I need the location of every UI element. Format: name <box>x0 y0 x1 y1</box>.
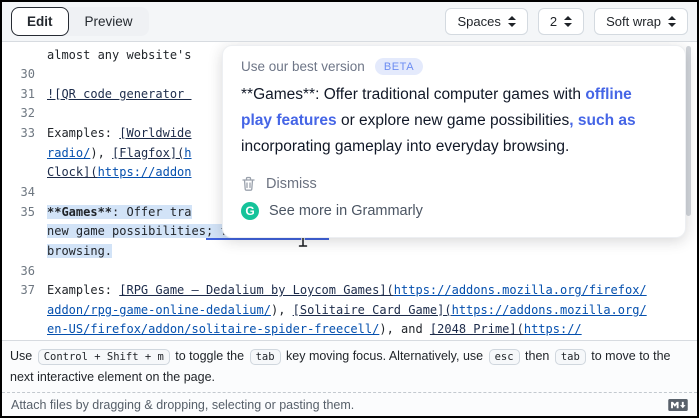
dropdown-soft-wrap[interactable]: Soft wrap <box>594 8 688 35</box>
code-row: browsing. <box>2 242 697 262</box>
markdown-icon <box>668 399 688 411</box>
line-number <box>2 144 47 164</box>
line-number: 35 <box>2 203 47 223</box>
edit-preview-tab-group: EditPreview <box>11 7 149 36</box>
code-text: addon/rpg-game-online-dedalium/), [Solit… <box>47 301 647 321</box>
tab-preview[interactable]: Preview <box>69 7 149 36</box>
hint-text: to toggle the <box>172 349 248 363</box>
code-row: addon/rpg-game-online-dedalium/), [Solit… <box>2 301 697 321</box>
code-text: en-US/firefox/addon/solitaire-spider-fre… <box>47 320 582 340</box>
code-text: Examples: [Worldwide <box>47 124 192 144</box>
beta-badge: BETA <box>375 58 423 75</box>
line-number: 37 <box>2 281 47 301</box>
code-text: **Games**: Offer tra <box>47 203 192 223</box>
line-number: 36 <box>2 262 47 282</box>
kbd-key: Control + Shift + m <box>38 349 170 365</box>
see-more-label: See more in Grammarly <box>269 203 423 219</box>
hint-text: key moving focus. Alternatively, use <box>283 349 487 363</box>
line-number <box>2 163 47 183</box>
kbd-key: esc <box>489 349 520 365</box>
code-text: Clock](https://addon <box>47 163 192 183</box>
dropdown-label: Spaces <box>457 14 500 29</box>
dropdown-label: 2 <box>550 14 557 29</box>
code-text: radio/), [Flagfox](h <box>47 144 192 164</box>
suggestion-text[interactable]: **Games**: Offer traditional computer ga… <box>241 82 667 160</box>
updown-arrows-icon <box>668 16 676 27</box>
hint-text: then <box>522 349 553 363</box>
code-text: Examples: [RPG Game – Dedalium by Loycom… <box>47 281 647 301</box>
see-more-in-grammarly-button[interactable]: G See more in Grammarly <box>241 197 423 225</box>
grammarly-suggestion-popup: Use our best version BETA **Games**: Off… <box>222 45 686 238</box>
popup-header: Use our best version BETA <box>241 58 667 75</box>
grammarly-icon: G <box>241 202 259 220</box>
hint-text: Use <box>10 349 36 363</box>
editor-toolbar: EditPreview Spaces 2 Soft wrap <box>2 2 697 42</box>
line-number: 32 <box>2 104 47 124</box>
code-text: ![QR code generator <box>47 85 192 105</box>
updown-arrows-icon <box>564 16 572 27</box>
popup-title: Use our best version <box>241 59 365 74</box>
trash-icon <box>241 176 256 192</box>
code-row: en-US/firefox/addon/solitaire-spider-fre… <box>2 320 697 340</box>
line-number <box>2 320 47 340</box>
markdown-textarea[interactable]: almost any website's3031![QR code genera… <box>2 42 697 341</box>
dismiss-button[interactable]: Dismiss <box>241 171 317 197</box>
code-row: 37Examples: [RPG Game – Dedalium by Loyc… <box>2 281 697 301</box>
line-number <box>2 46 47 66</box>
kbd-key: tab <box>250 349 281 365</box>
dropdown-2[interactable]: 2 <box>538 8 584 35</box>
kbd-key: tab <box>555 349 586 365</box>
line-number: 34 <box>2 183 47 203</box>
markdown-editor-window: EditPreview Spaces 2 Soft wrap almost any … <box>0 0 699 418</box>
attach-files-label: Attach files by dragging & dropping, sel… <box>11 398 354 412</box>
line-number: 30 <box>2 65 47 85</box>
line-number <box>2 242 47 262</box>
dropdown-label: Soft wrap <box>606 14 661 29</box>
code-text: almost any website's <box>47 46 192 66</box>
editor-settings: Spaces 2 Soft wrap <box>445 8 688 35</box>
attach-files-bar[interactable]: Attach files by dragging & dropping, sel… <box>2 392 697 418</box>
keyboard-focus-hint: Use Control + Shift + m to toggle the ta… <box>2 341 697 392</box>
tab-edit[interactable]: Edit <box>11 7 69 36</box>
line-number <box>2 301 47 321</box>
line-number: 33 <box>2 124 47 144</box>
editor-scrollbar[interactable] <box>686 46 691 216</box>
dropdown-spaces[interactable]: Spaces <box>445 8 527 35</box>
code-row: 36 <box>2 262 697 282</box>
line-number: 31 <box>2 85 47 105</box>
line-number <box>2 222 47 242</box>
code-text: browsing. <box>47 242 112 262</box>
updown-arrows-icon <box>508 16 516 27</box>
dismiss-label: Dismiss <box>266 176 317 192</box>
